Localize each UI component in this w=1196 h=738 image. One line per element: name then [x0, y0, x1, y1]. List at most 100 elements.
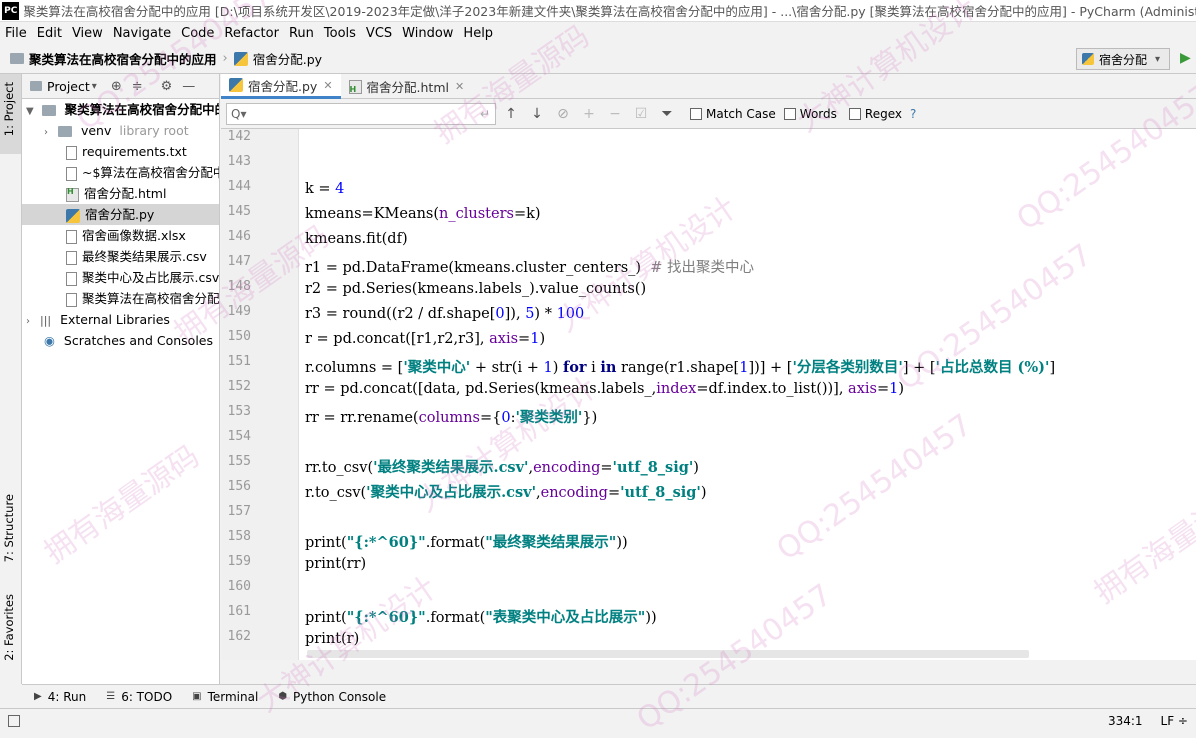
code-token: r.to_csv(: [305, 485, 367, 501]
tree-item[interactable]: 最终聚类结果展示.csv: [22, 246, 219, 267]
run-tab-label: 4: Run: [47, 689, 87, 704]
code-token: print(: [305, 535, 347, 551]
python-console-tool-tab[interactable]: ⬢ Python Console: [278, 690, 386, 704]
python-console-icon: ⬢: [278, 691, 288, 702]
tree-item-label: 宿舍画像数据.xlsx: [82, 228, 186, 243]
horizontal-scrollbar[interactable]: [307, 650, 1029, 658]
run-tool-tab[interactable]: ▶ 4: Run: [34, 690, 86, 704]
menu-edit[interactable]: Edit: [32, 26, 67, 41]
filter-icon[interactable]: ⏷: [656, 103, 678, 125]
add-occurrence-icon[interactable]: +: [578, 103, 600, 125]
code-line[interactable]: print(r): [305, 631, 359, 647]
structure-tool-tab[interactable]: 7: Structure: [0, 494, 21, 574]
terminal-tool-tab[interactable]: ▣ Terminal: [192, 690, 258, 704]
code-line[interactable]: rr = pd.concat([data, pd.Series(kmeans.l…: [305, 381, 904, 397]
match-case-checkbox[interactable]: Match Case: [690, 107, 776, 121]
code-token: "表聚类中心及占比展示": [485, 609, 646, 626]
collapse-all-icon[interactable]: ≑: [132, 79, 143, 94]
menu-file[interactable]: File: [0, 26, 32, 41]
tree-root[interactable]: ▼ 聚类算法在高校宿舍分配中的应用: [22, 99, 219, 120]
python-console-tab-label: Python Console: [293, 689, 387, 704]
todo-tool-tab[interactable]: ☰ 6: TODO: [106, 690, 172, 704]
code-token: print(r): [305, 631, 360, 647]
tree-item-venv[interactable]: › venv library root: [22, 120, 219, 141]
locate-icon[interactable]: ⊕: [111, 79, 122, 94]
breadcrumb-project[interactable]: 聚类算法在高校宿舍分配中的应用: [29, 49, 217, 68]
tab-py[interactable]: 宿舍分配.py ✕: [221, 74, 341, 99]
code-editor[interactable]: k = 4 kmeans=KMeans(n_clusters=k) kmeans.f…: [299, 129, 1196, 660]
tree-item[interactable]: ~$算法在高校宿舍分配中的: [22, 162, 219, 183]
tree-item[interactable]: requirements.txt: [22, 141, 219, 162]
hide-panel-icon[interactable]: —: [182, 79, 195, 94]
menu-vcs[interactable]: VCS: [361, 26, 397, 41]
code-line[interactable]: r2 = pd.Series(kmeans.labels_).value_cou…: [305, 281, 646, 297]
code-line[interactable]: r3 = round((r2 / df.shape[0]), 5) * 100: [305, 306, 584, 322]
tree-item[interactable]: 聚类算法在高校宿舍分配中的: [22, 288, 219, 309]
words-checkbox[interactable]: Words: [783, 107, 837, 121]
line-number: 152: [227, 379, 251, 394]
tree-item-label: External Libraries: [60, 312, 170, 327]
code-token: =: [600, 460, 613, 476]
find-all-icon[interactable]: ⊘: [552, 103, 574, 125]
regex-checkbox[interactable]: Regex: [848, 107, 902, 121]
tree-item[interactable]: 宿舍画像数据.xlsx: [22, 225, 219, 246]
code-line[interactable]: kmeans.fit(df): [305, 231, 408, 247]
match-case-label: Match Case: [706, 106, 776, 121]
previous-occurrence-icon[interactable]: ↑: [500, 103, 522, 125]
line-separator[interactable]: LF ÷: [1161, 714, 1188, 728]
gear-icon[interactable]: ⚙: [161, 79, 173, 94]
tree-item[interactable]: 聚类中心及占比展示.csv: [22, 267, 219, 288]
menu-navigate[interactable]: Navigate: [108, 26, 176, 41]
code-line[interactable]: r.columns = ['聚类中心' + str(i + 1) for i i…: [305, 356, 1055, 377]
close-icon[interactable]: ✕: [323, 79, 332, 92]
next-occurrence-icon[interactable]: ↓: [526, 103, 548, 125]
favorites-tool-tab[interactable]: 2: Favorites: [0, 594, 21, 674]
select-all-icon[interactable]: ☑: [630, 103, 652, 125]
project-tool-tab[interactable]: 1: Project: [0, 74, 21, 154]
project-view-select[interactable]: Project: [47, 79, 90, 94]
code-token: print(rr): [305, 556, 367, 572]
library-root-hint: library root: [119, 123, 189, 138]
code-line[interactable]: r = pd.concat([r1,r2,r3], axis=1): [305, 331, 545, 347]
menu-refactor[interactable]: Refactor: [219, 26, 284, 41]
menu-tools[interactable]: Tools: [319, 26, 361, 41]
code-token: "{:*^60}": [346, 609, 426, 626]
code-token: axis: [848, 381, 877, 397]
menu-code[interactable]: Code: [176, 26, 219, 41]
code-line[interactable]: rr = rr.rename(columns={0:'聚类类别'}): [305, 406, 597, 427]
code-line[interactable]: print(rr): [305, 556, 366, 572]
menu-view[interactable]: View: [67, 26, 108, 41]
code-line[interactable]: rr.to_csv('最终聚类结果展示.csv',encoding='utf_8…: [305, 456, 699, 477]
code-line[interactable]: print("{:*^60}".format("最终聚类结果展示")): [305, 531, 628, 552]
code-line[interactable]: r.to_csv('聚类中心及占比展示.csv',encoding='utf_8…: [305, 481, 707, 502]
line-number: 147: [227, 254, 251, 269]
code-line[interactable]: k = 4: [305, 181, 344, 197]
breadcrumb-file[interactable]: 宿舍分配.py: [253, 49, 322, 68]
remove-occurrence-icon[interactable]: −: [604, 103, 626, 125]
close-icon[interactable]: ✕: [455, 80, 464, 93]
code-token: '最终聚类结果展示.csv': [373, 459, 529, 476]
tree-item-scratches[interactable]: ◉ Scratches and Consoles: [22, 330, 219, 351]
code-token: 'utf_8_sig': [620, 484, 701, 501]
regex-help-icon[interactable]: ?: [910, 107, 916, 121]
tree-item-external-libraries[interactable]: › ||| External Libraries: [22, 309, 219, 330]
tab-html[interactable]: 宿舍分配.html ✕: [341, 74, 473, 99]
cursor-position[interactable]: 334:1: [1108, 714, 1143, 728]
code-line[interactable]: kmeans=KMeans(n_clusters=k): [305, 206, 541, 222]
code-line[interactable]: r1 = pd.DataFrame(kmeans.cluster_centers…: [305, 256, 754, 277]
tree-item[interactable]: 宿舍分配.html: [22, 183, 219, 204]
tree-item-selected[interactable]: 宿舍分配.py: [22, 204, 219, 225]
library-icon: |||: [39, 314, 52, 327]
code-token: ]: [1049, 360, 1056, 376]
tree-item-label: 聚类中心及占比展示.csv: [82, 270, 219, 285]
search-history-icon[interactable]: Q▾: [231, 107, 246, 121]
run-config-select[interactable]: 宿舍分配 ▾: [1076, 48, 1170, 70]
search-input[interactable]: Q▾ ↵: [226, 102, 496, 125]
menu-help[interactable]: Help: [458, 26, 498, 41]
enter-icon: ↵: [479, 106, 490, 121]
menu-run[interactable]: Run: [284, 26, 319, 41]
tool-window-toggle-icon[interactable]: [8, 714, 20, 727]
code-line[interactable]: print("{:*^60}".format("表聚类中心及占比展示")): [305, 606, 657, 627]
run-icon[interactable]: ▶: [1180, 50, 1191, 66]
menu-window[interactable]: Window: [397, 26, 458, 41]
